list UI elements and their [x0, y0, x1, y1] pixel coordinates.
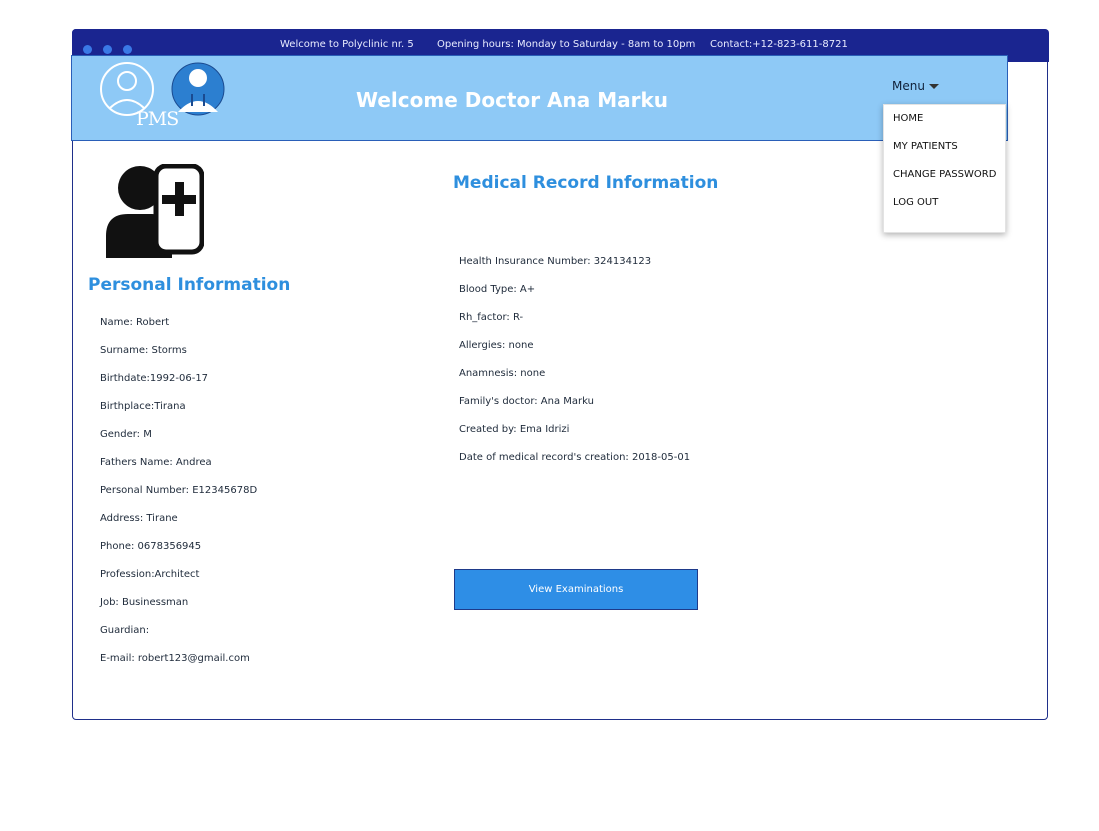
medical-field: Anamnesis: none: [459, 368, 546, 379]
personal-field: Address: Tirane: [100, 513, 178, 524]
medical-field: Health Insurance Number: 324134123: [459, 256, 652, 267]
caret-down-icon: [928, 84, 939, 89]
menu-item-log-out[interactable]: LOG OUT: [893, 197, 938, 208]
personal-field: Birthplace:Tirana: [100, 401, 186, 412]
header: PMS Welcome Doctor Ana Marku Menu: [71, 55, 1008, 141]
topbar-welcome: Welcome to Polyclinic nr. 5: [280, 39, 414, 50]
personal-field: Fathers Name: Andrea: [100, 457, 212, 468]
medical-field: Created by: Ema Idrizi: [459, 424, 570, 435]
medical-record-title: Medical Record Information: [453, 173, 719, 193]
personal-field: Birthdate:1992-06-17: [100, 373, 209, 384]
menu-label: Menu: [892, 79, 925, 93]
dot-icon: [83, 45, 92, 54]
menu-dropdown: HOME MY PATIENTS CHANGE PASSWORD LOG OUT: [883, 104, 1006, 233]
user-medical-icon: [106, 164, 204, 258]
topbar-hours: Opening hours: Monday to Saturday - 8am …: [437, 39, 696, 50]
medical-field: Date of medical record's creation: 2018-…: [459, 452, 691, 463]
personal-field: Profession:Architect: [100, 569, 200, 580]
menu-item-home[interactable]: HOME: [893, 113, 923, 124]
personal-field: Guardian:: [100, 625, 150, 636]
menu-item-change-password[interactable]: CHANGE PASSWORD: [893, 169, 996, 180]
medical-field: Blood Type: A+: [459, 284, 536, 295]
personal-field: Phone: 0678356945: [100, 541, 202, 552]
personal-field: Personal Number: E12345678D: [100, 485, 258, 496]
personal-field: Name: Robert: [100, 317, 170, 328]
menu-toggle[interactable]: Menu: [892, 79, 939, 93]
dot-icon: [103, 45, 112, 54]
personal-info-title: Personal Information: [88, 275, 291, 295]
medical-field: Allergies: none: [459, 340, 534, 351]
medical-field: Family's doctor: Ana Marku: [459, 396, 594, 407]
medical-field: Rh_factor: R-: [459, 312, 524, 323]
menu-item-my-patients[interactable]: MY PATIENTS: [893, 141, 958, 152]
personal-field: Job: Businessman: [100, 597, 189, 608]
view-examinations-button[interactable]: View Examinations: [454, 569, 698, 610]
personal-field: Surname: Storms: [100, 345, 187, 356]
dot-icon: [123, 45, 132, 54]
logo-text: PMS: [136, 108, 179, 130]
personal-field: E-mail: robert123@gmail.com: [100, 653, 250, 664]
page-title: Welcome Doctor Ana Marku: [356, 88, 669, 112]
topbar-contact: Contact:+12-823-611-8721: [710, 39, 848, 50]
personal-field: Gender: M: [100, 429, 152, 440]
